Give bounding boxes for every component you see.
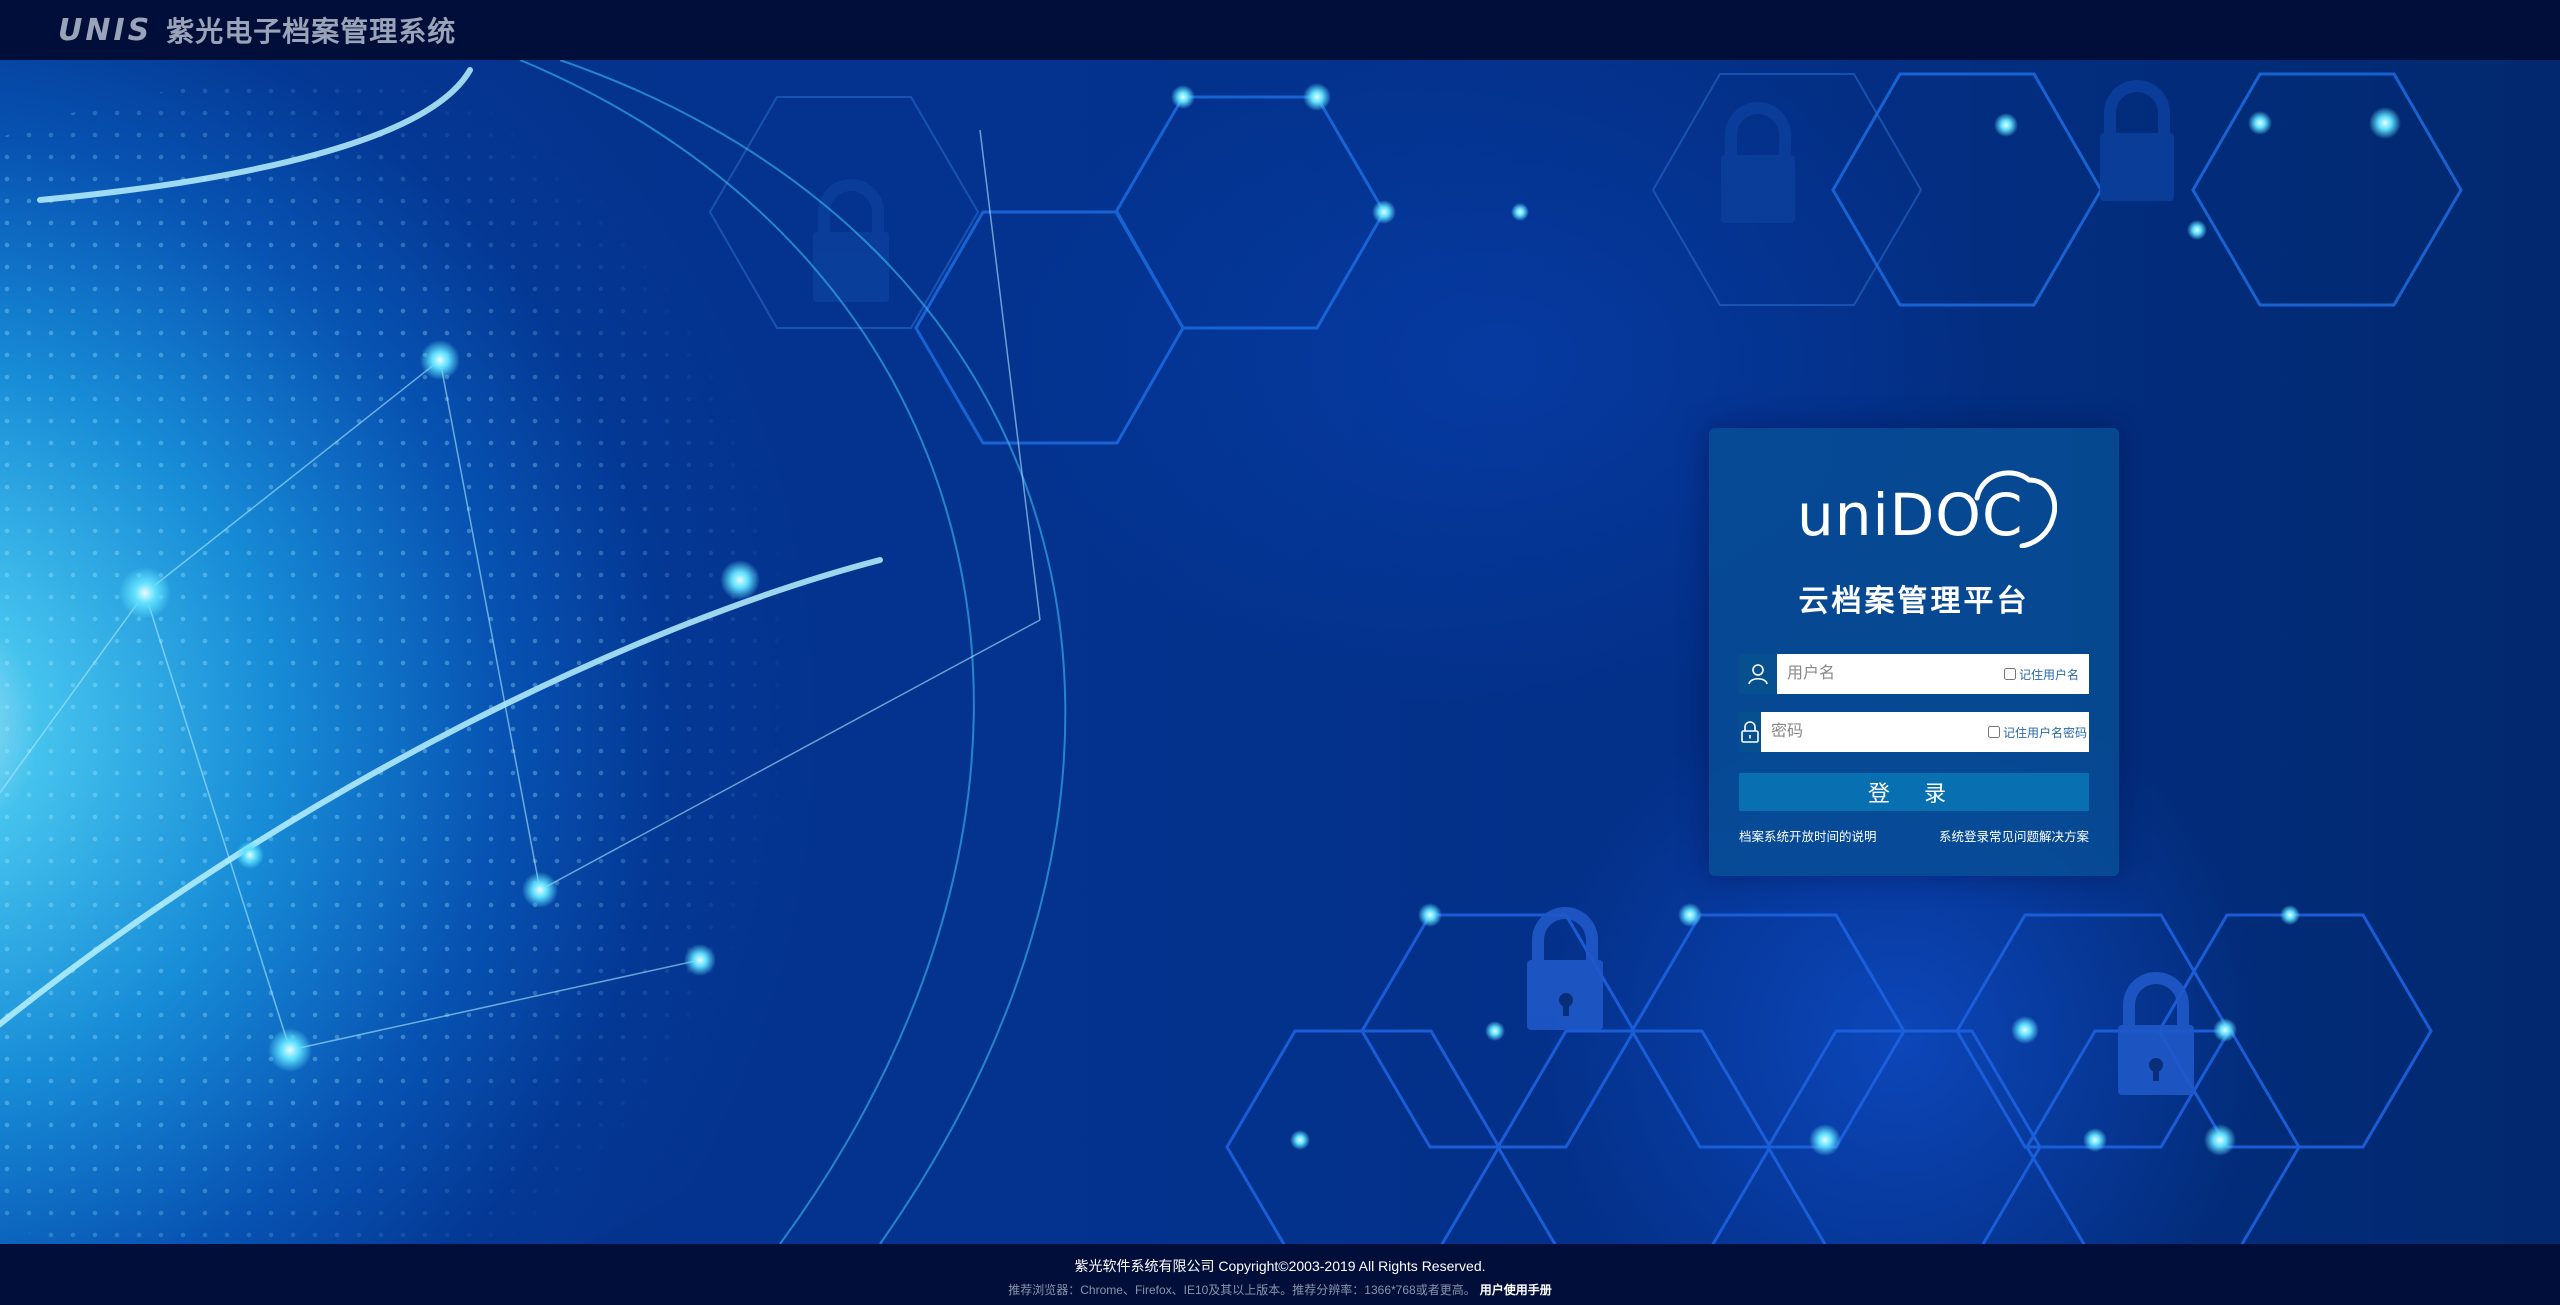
platform-title: 云档案管理平台 — [1798, 585, 2030, 618]
username-field: 记住用户名 — [1739, 654, 2089, 694]
remember-username[interactable]: 记住用户名 — [2003, 654, 2079, 694]
browser-recommendation: 推荐浏览器：Chrome、Firefox、IE10及其以上版本。推荐分辨率：13… — [0, 1281, 2560, 1298]
network-decoration — [0, 60, 2463, 1244]
product-logo-text: uniDOC — [1797, 481, 2024, 549]
system-title: 紫光电子档案管理系统 — [166, 16, 457, 47]
copyright-text: 紫光软件系统有限公司 Copyright©2003-2019 All Right… — [1074, 1258, 1486, 1274]
lock-icon — [1739, 712, 1761, 752]
hero-background: uniDOC 云档案管理平台 记住用户名 — [0, 60, 2560, 1244]
user-icon — [1739, 654, 1777, 694]
password-input[interactable] — [1761, 712, 1988, 752]
login-button[interactable]: 登 录 — [1739, 773, 2089, 811]
footer: 紫光软件系统有限公司 Copyright©2003-2019 All Right… — [0, 1244, 2560, 1305]
user-manual-link[interactable]: 用户使用手册 — [1480, 1283, 1552, 1297]
browser-note-text: 推荐浏览器：Chrome、Firefox、IE10及其以上版本。推荐分辨率：13… — [1008, 1283, 1476, 1297]
padlock-icon — [1527, 907, 2194, 1095]
unis-logo: UNIS — [58, 12, 153, 48]
remember-password-label: 记住用户名密码 — [2003, 725, 2088, 740]
username-input[interactable] — [1776, 654, 2004, 694]
brand: UNIS 紫光电子档案管理系统 — [58, 10, 456, 50]
remember-password-checkbox[interactable] — [1988, 726, 2000, 738]
remember-username-label: 记住用户名 — [2018, 667, 2079, 682]
password-field: 记住用户名密码 — [1739, 712, 2089, 752]
remember-username-checkbox[interactable] — [2003, 668, 2016, 680]
unidoc-logo: uniDOC — [1797, 458, 2057, 548]
login-faq-link[interactable]: 系统登录常见问题解决方案 — [1939, 826, 2089, 845]
top-header: UNIS 紫光电子档案管理系统 — [0, 0, 2560, 60]
open-hours-link[interactable]: 档案系统开放时间的说明 — [1739, 826, 1877, 845]
login-panel: uniDOC 云档案管理平台 记住用户名 — [1709, 428, 2119, 876]
remember-password[interactable]: 记住用户名密码 — [1988, 712, 2087, 752]
